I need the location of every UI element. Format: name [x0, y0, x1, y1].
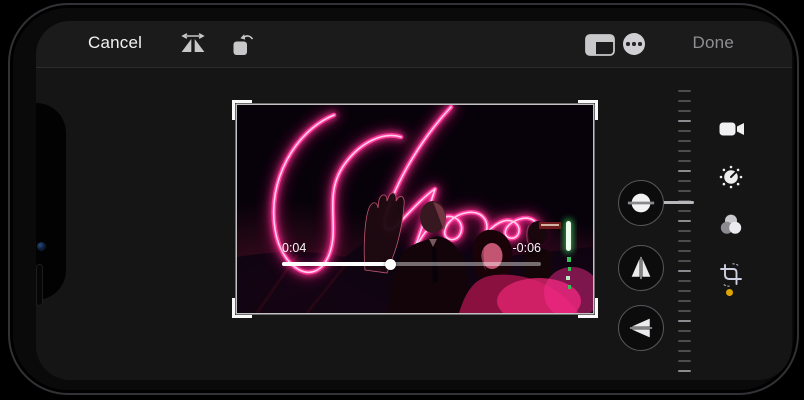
- remaining-time: -0:06: [513, 241, 542, 255]
- tab-crop-icon[interactable]: [719, 263, 743, 287]
- dial-indicator: [660, 201, 694, 204]
- straighten-button[interactable]: [618, 180, 664, 226]
- tab-filters-icon[interactable]: [719, 214, 743, 235]
- flip-horizontal-icon[interactable]: [179, 33, 207, 55]
- notch: [36, 103, 66, 300]
- done-button[interactable]: Done: [693, 33, 734, 53]
- screen: Cancel: [36, 21, 792, 380]
- video-scrubber[interactable]: [282, 262, 541, 266]
- cancel-button[interactable]: Cancel: [88, 33, 142, 53]
- video-still-neon-scene: [237, 105, 593, 313]
- crop-handle-bottom-right[interactable]: [578, 298, 598, 318]
- straighten-dial[interactable]: [678, 90, 692, 380]
- vertical-perspective-icon: [627, 254, 655, 282]
- tab-adjust-icon[interactable]: [719, 165, 743, 189]
- rotate-icon[interactable]: [231, 31, 255, 57]
- crop-handle-top-left[interactable]: [232, 100, 252, 120]
- horizontal-perspective-icon: [627, 314, 655, 342]
- crop-changes-dot: [726, 289, 733, 296]
- aspect-ratio-icon[interactable]: [585, 34, 615, 56]
- earpiece-speaker: [36, 264, 43, 306]
- screenshot-stage: Cancel: [0, 0, 804, 400]
- elapsed-time: 0:04: [282, 241, 306, 255]
- scrubber-thumb[interactable]: [385, 259, 396, 270]
- vertical-perspective-button[interactable]: [618, 245, 664, 291]
- crop-handle-bottom-left[interactable]: [232, 298, 252, 318]
- crop-handle-top-right[interactable]: [578, 100, 598, 120]
- iphone-frame: Cancel: [8, 3, 799, 395]
- scrubber-progress: [282, 262, 390, 266]
- video-crop-preview[interactable]: 0:04 -0:06: [237, 105, 593, 313]
- edit-toolbar: Cancel: [36, 21, 792, 68]
- horizontal-perspective-button[interactable]: [618, 305, 664, 351]
- straighten-icon: [626, 188, 656, 218]
- tab-video-icon[interactable]: [719, 121, 745, 137]
- front-camera: [37, 242, 46, 251]
- more-options-icon[interactable]: [623, 33, 645, 55]
